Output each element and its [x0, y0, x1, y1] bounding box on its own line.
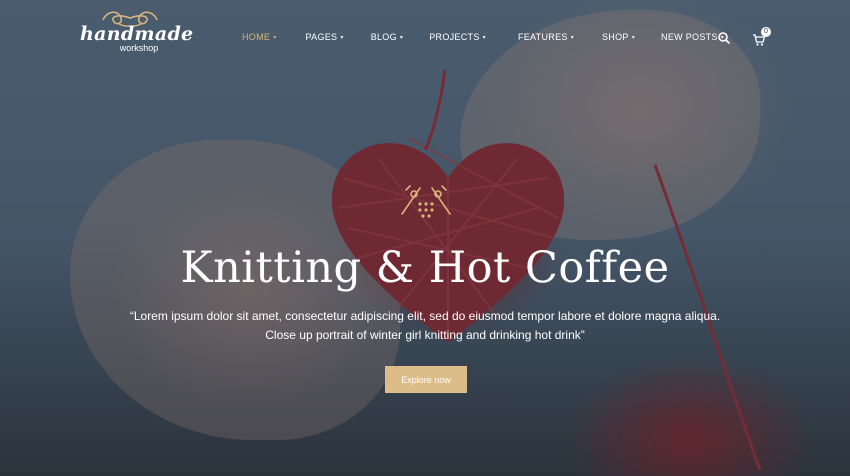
nav-item-label: PAGES — [305, 32, 338, 42]
chevron-down-icon: ▾ — [570, 34, 574, 41]
nav-item-label: NEW POSTS — [661, 32, 718, 42]
search-button[interactable] — [717, 31, 731, 45]
nav-item-label: HOME — [242, 32, 271, 42]
search-icon — [718, 32, 731, 45]
explore-now-button[interactable]: Explore now — [385, 366, 467, 393]
cart-button[interactable]: 0 — [752, 27, 771, 48]
knitting-needles-icon — [401, 185, 451, 218]
nav-item-label: FEATURES — [517, 32, 568, 42]
nav-item-pages[interactable]: PAGES ▾ — [306, 32, 344, 42]
hero-description: “Lorem ipsum dolor sit amet, consectetur… — [129, 309, 721, 342]
cart-count-badge: 0 — [761, 27, 771, 37]
site-header: handmade workshop HOME ▾ PAGES ▾ BLOG ▾ PRO… — [0, 0, 850, 75]
chevron-down-icon: ▾ — [399, 34, 404, 41]
site-logo[interactable]: handmade workshop — [80, 8, 194, 66]
nav-item-shop[interactable]: SHOP ▾ — [602, 32, 635, 42]
main-navigation: HOME ▾ PAGES ▾ BLOG ▾ PROJECTS ▾ FEATURES ▾ S… — [242, 32, 724, 42]
chevron-down-icon: ▾ — [631, 34, 636, 41]
nav-item-features[interactable]: FEATURES ▾ — [518, 32, 574, 42]
chevron-down-icon: ▾ — [482, 34, 486, 41]
nav-item-label: BLOG — [370, 32, 397, 42]
nav-item-home[interactable]: HOME ▾ — [242, 32, 277, 42]
nav-item-label: PROJECTS — [429, 32, 480, 42]
chevron-down-icon: ▾ — [340, 34, 344, 41]
nav-item-projects[interactable]: PROJECTS ▾ — [429, 32, 486, 42]
hero-title: Knitting & Hot Coffee — [180, 243, 670, 293]
hero-page: handmade workshop HOME ▾ PAGES ▾ BLOG ▾ PRO… — [0, 0, 850, 476]
nav-item-label: SHOP — [602, 32, 629, 42]
chevron-down-icon: ▾ — [273, 34, 277, 41]
nav-item-blog[interactable]: BLOG ▾ — [371, 32, 404, 42]
nav-item-new-posts[interactable]: NEW POSTS ▾ — [661, 32, 724, 42]
logo-name: handmade — [80, 23, 194, 45]
